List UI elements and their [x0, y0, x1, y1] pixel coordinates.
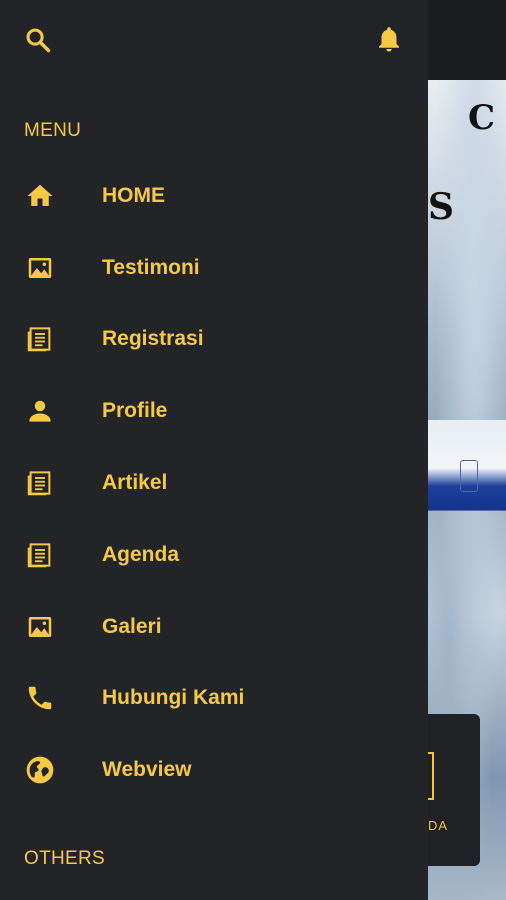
bottom-card-label: DA [428, 818, 449, 833]
menu-item-webview[interactable]: Webview [0, 734, 428, 806]
bottom-card [428, 714, 480, 866]
article-icon [24, 539, 56, 571]
menu-item-label: Agenda [102, 542, 180, 566]
menu-item-label: Testimoni [102, 255, 200, 279]
menu-item-label: HOME [102, 183, 165, 207]
menu-item-label: Profile [102, 399, 168, 423]
menu-item-profile[interactable]: Profile [0, 375, 428, 447]
globe-icon [24, 754, 56, 786]
home-icon [24, 180, 56, 212]
menu-item-label: Hubungi Kami [102, 686, 245, 710]
navigation-drawer: MENU HOME Testimoni Registrasi Profile A… [0, 0, 428, 900]
drawer-header [0, 0, 428, 80]
menu-item-label: Galeri [102, 614, 162, 638]
menu-item-galeri[interactable]: Galeri [0, 591, 428, 663]
menu-item-label: Artikel [102, 471, 168, 495]
menu-item-home[interactable]: HOME [0, 160, 428, 232]
menu-item-label: Webview [102, 758, 192, 782]
others-section-title: OTHERS [24, 848, 105, 869]
image-icon [24, 252, 56, 284]
article-icon [24, 323, 56, 355]
search-icon[interactable] [24, 26, 52, 54]
menu-item-artikel[interactable]: Artikel [0, 447, 428, 519]
hero-subtitle-fragment: S [428, 186, 454, 228]
image-icon [24, 611, 56, 643]
menu-section-title: MENU [24, 120, 82, 141]
menu-item-agenda[interactable]: Agenda [0, 519, 428, 591]
hero-title-fragment: C [468, 98, 496, 138]
drawer-menu: HOME Testimoni Registrasi Profile Artike… [0, 160, 428, 806]
airplane-door [460, 460, 478, 492]
bell-icon[interactable] [374, 24, 404, 54]
menu-item-testimoni[interactable]: Testimoni [0, 232, 428, 304]
menu-item-label: Registrasi [102, 327, 204, 351]
menu-item-registrasi[interactable]: Registrasi [0, 304, 428, 376]
article-icon [24, 467, 56, 499]
phone-icon [24, 682, 56, 714]
menu-item-hubungi-kami[interactable]: Hubungi Kami [0, 663, 428, 735]
person-icon [24, 395, 56, 427]
